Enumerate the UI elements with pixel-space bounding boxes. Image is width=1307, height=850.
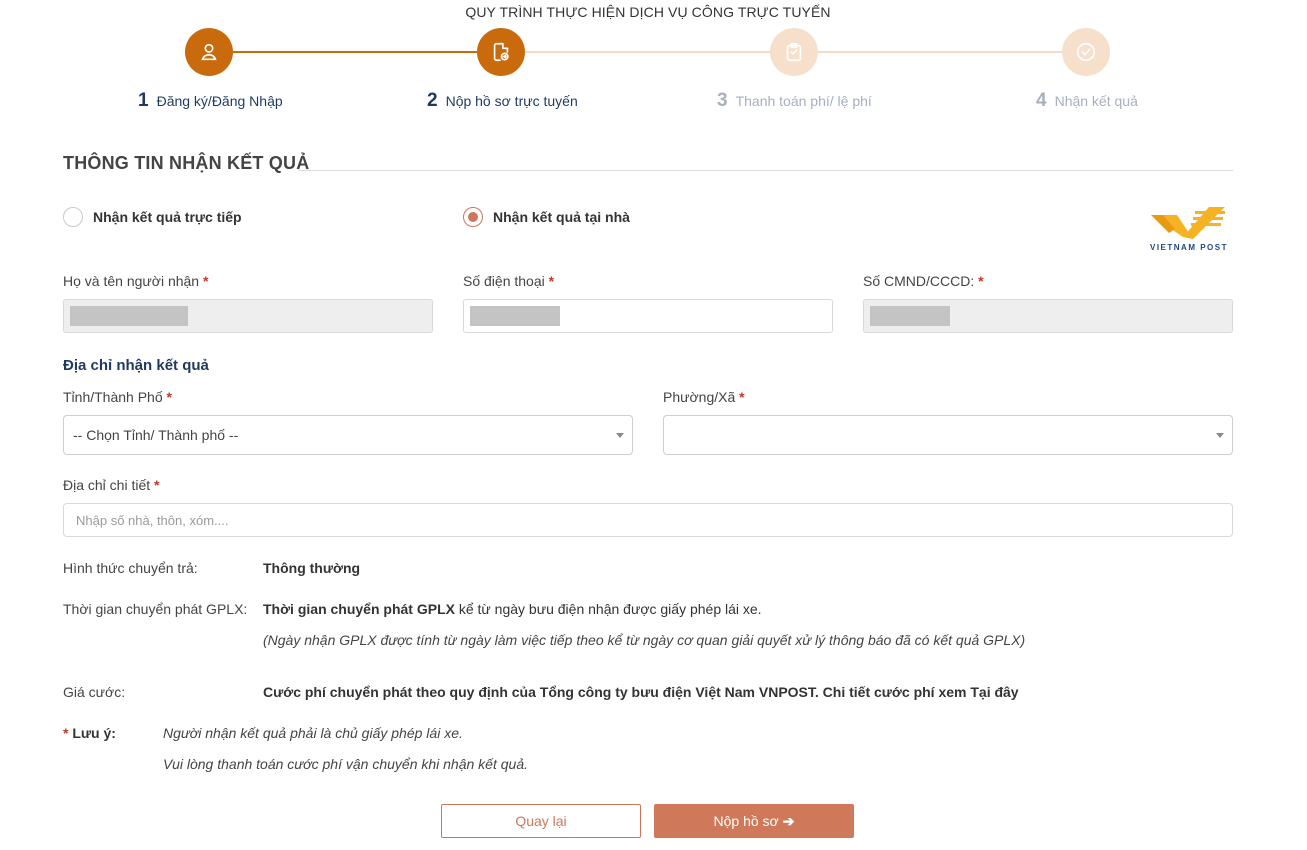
delivery-method-value: Thông thường [263, 560, 361, 576]
step-3-label: 3 Thanh toán phí/ lệ phí [717, 90, 872, 111]
step-connector-3 [818, 51, 1062, 53]
radio-direct-pickup[interactable]: Nhận kết quả trực tiếp [63, 207, 242, 227]
delivery-method-label: Hình thức chuyển trả: [63, 560, 198, 576]
id-number-label: Số CMND/CCCD: * [863, 273, 984, 289]
redacted-value [470, 306, 560, 326]
step-2-circle [477, 28, 525, 76]
arrow-right-icon: ➔ [782, 812, 795, 829]
process-title: QUY TRÌNH THỰC HIỆN DỊCH VỤ CÔNG TRỰC TU… [465, 4, 831, 20]
address-heading: Địa chỉ nhận kết quả [63, 357, 209, 374]
note-line-2: Vui lòng thanh toán cước phí vận chuyển … [163, 756, 528, 772]
province-select-value: -- Chọn Tỉnh/ Thành phố -- [73, 427, 239, 443]
chevron-down-icon [616, 433, 624, 438]
note-line-1: Người nhận kết quả phải là chủ giấy phép… [163, 725, 463, 741]
section-title: THÔNG TIN NHẬN KẾT QUẢ [63, 153, 310, 173]
check-circle-icon [1076, 42, 1096, 62]
redacted-value [70, 306, 188, 326]
back-button[interactable]: Quay lại [441, 804, 641, 838]
user-icon [201, 43, 217, 61]
detail-address-label: Địa chỉ chi tiết * [63, 477, 160, 493]
process-stepper: 1 Đăng ký/Đăng Nhập 2 Nộp hồ sơ trực tuyến… [0, 28, 1307, 118]
detail-address-input[interactable] [63, 503, 1233, 537]
phone-label: Số điện thoại * [463, 273, 555, 289]
ward-select[interactable] [663, 415, 1233, 455]
delivery-time-note: (Ngày nhận GPLX được tính từ ngày làm vi… [263, 632, 1026, 648]
step-1-label: 1 Đăng ký/Đăng Nhập [138, 90, 283, 111]
radio-label: Nhận kết quả trực tiếp [93, 209, 242, 225]
document-upload-icon [493, 42, 509, 62]
radio-home-delivery[interactable]: Nhận kết quả tại nhà [463, 207, 630, 227]
redacted-value [870, 306, 950, 326]
step-connector-1 [232, 51, 477, 53]
fee-value: Cước phí chuyển phát theo quy định của T… [263, 684, 1019, 700]
step-connector-2 [525, 51, 770, 53]
province-label: Tỉnh/Thành Phố * [63, 389, 172, 405]
delivery-time-value: Thời gian chuyển phát GPLX kể từ ngày bư… [263, 601, 762, 617]
recipient-name-field[interactable] [63, 299, 433, 333]
radio-button-checked[interactable] [463, 207, 483, 227]
vietnam-post-logo-icon [1151, 207, 1225, 239]
vietnam-post-logo-text: VIETNAM POST [1149, 243, 1228, 252]
id-number-field[interactable] [863, 299, 1233, 333]
ward-label: Phường/Xã * [663, 389, 745, 405]
note-label: * Lưu ý: [63, 725, 116, 741]
step-1-circle [185, 28, 233, 76]
step-2-label: 2 Nộp hồ sơ trực tuyến [427, 90, 578, 111]
clipboard-icon [786, 42, 802, 62]
recipient-name-label: Họ và tên người nhận * [63, 273, 209, 289]
step-4-circle [1062, 28, 1110, 76]
section-divider [298, 170, 1233, 171]
vietnam-post-logo: VIETNAM POST [1143, 205, 1235, 253]
delivery-time-label: Thời gian chuyển phát GPLX: [63, 601, 248, 617]
step-3-circle [770, 28, 818, 76]
phone-field[interactable] [463, 299, 833, 333]
submit-button[interactable]: Nộp hồ sơ ➔ [654, 804, 854, 838]
step-4-label: 4 Nhận kết quả [1036, 90, 1138, 111]
chevron-down-icon [1216, 433, 1224, 438]
fee-label: Giá cước: [63, 684, 126, 700]
radio-button[interactable] [63, 207, 83, 227]
province-select[interactable]: -- Chọn Tỉnh/ Thành phố -- [63, 415, 633, 455]
radio-label: Nhận kết quả tại nhà [493, 209, 630, 225]
